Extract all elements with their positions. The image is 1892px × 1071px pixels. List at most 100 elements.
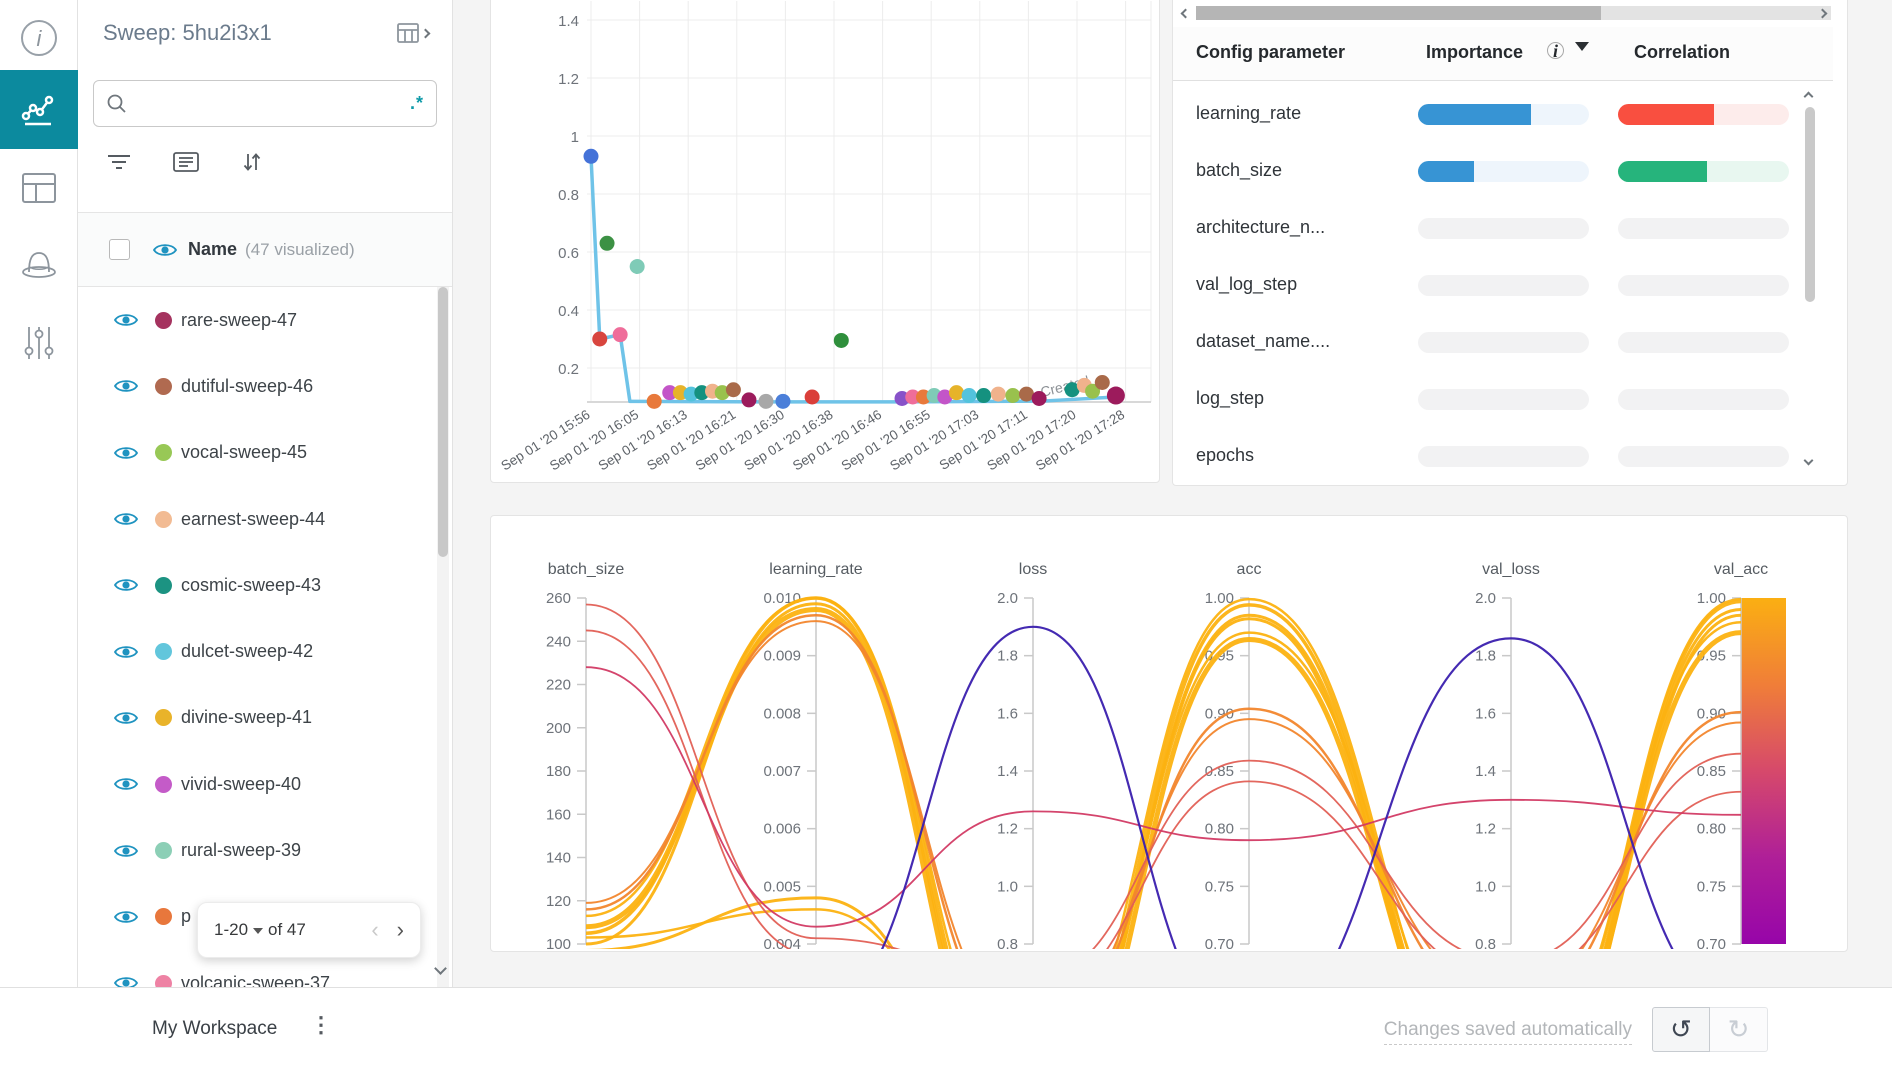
run-row[interactable]: rural-sweep-39: [78, 817, 453, 883]
svg-text:1.6: 1.6: [1475, 705, 1496, 722]
svg-text:1.4: 1.4: [1475, 763, 1496, 780]
svg-text:0.8: 0.8: [558, 187, 579, 204]
svg-text:200: 200: [546, 720, 571, 737]
svg-text:0.80: 0.80: [1205, 821, 1234, 838]
parameter-name: learning_rate: [1196, 103, 1301, 124]
correlation-bar: [1618, 218, 1789, 239]
svg-text:val_loss: val_loss: [1482, 561, 1540, 578]
importance-row[interactable]: learning_rate: [1173, 86, 1833, 143]
run-color-dot: [155, 643, 172, 660]
hscroll-thumb[interactable]: [1196, 6, 1601, 20]
importance-row[interactable]: log_step: [1173, 371, 1833, 428]
importance-row[interactable]: epochs: [1173, 428, 1833, 485]
created-scatter-chart: 1.41.210.80.60.40.2Sep 01 '20 15:56Sep 0…: [491, 1, 1159, 494]
runs-table-toggle[interactable]: [396, 22, 429, 44]
visibility-eye-icon[interactable]: [113, 377, 139, 395]
visibility-eye-icon[interactable]: [113, 576, 139, 594]
run-search-input[interactable]: [138, 95, 410, 113]
filter-icon[interactable]: [106, 152, 132, 177]
run-color-dot: [155, 312, 172, 329]
visibility-eye-icon[interactable]: [113, 311, 139, 329]
vscroll-thumb[interactable]: [1805, 107, 1815, 302]
hscroll-track[interactable]: [1196, 6, 1831, 20]
run-list-scrollbar[interactable]: [437, 287, 449, 987]
run-name[interactable]: rare-sweep-47: [181, 310, 297, 331]
visibility-eye-icon[interactable]: [113, 974, 139, 987]
run-row[interactable]: earnest-sweep-44: [78, 486, 453, 552]
run-row[interactable]: dutiful-sweep-46: [78, 353, 453, 419]
run-name[interactable]: dutiful-sweep-46: [181, 376, 313, 397]
workspace-main: 1.41.210.80.60.40.2Sep 01 '20 15:56Sep 0…: [453, 0, 1892, 987]
sliders-icon[interactable]: [0, 320, 78, 366]
line-chart-icon[interactable]: [0, 70, 78, 149]
run-row[interactable]: vivid-sweep-40: [78, 751, 453, 817]
visibility-eye-icon[interactable]: [113, 908, 139, 926]
undo-button[interactable]: ↺: [1652, 1007, 1710, 1052]
run-name[interactable]: volcanic-sweep-37: [181, 973, 330, 987]
importance-row[interactable]: architecture_n...: [1173, 200, 1833, 257]
sort-icon[interactable]: [240, 150, 264, 179]
visibility-eye-icon[interactable]: [113, 510, 139, 528]
visibility-all-eye-icon[interactable]: [152, 241, 178, 259]
run-name[interactable]: vocal-sweep-45: [181, 442, 307, 463]
importance-column[interactable]: Importance: [1426, 42, 1523, 63]
workspace-menu-kebab-icon[interactable]: ⋮: [310, 1014, 332, 1036]
svg-text:0.006: 0.006: [763, 821, 801, 838]
visibility-eye-icon[interactable]: [113, 444, 139, 462]
svg-text:0.2: 0.2: [558, 361, 579, 378]
run-name[interactable]: p: [181, 906, 191, 927]
hscroll-left-icon[interactable]: [1178, 5, 1193, 21]
run-row[interactable]: dulcet-sweep-42: [78, 618, 453, 684]
undo-redo-group: ↺ ↻: [1652, 1007, 1768, 1052]
correlation-column[interactable]: Correlation: [1634, 42, 1730, 63]
visibility-eye-icon[interactable]: [113, 842, 139, 860]
sort-desc-icon[interactable]: [1575, 42, 1589, 51]
importance-row[interactable]: val_log_step: [1173, 257, 1833, 314]
parameter-name: log_step: [1196, 388, 1264, 409]
hscroll-right-icon[interactable]: [1815, 5, 1830, 21]
name-column-label: Name: [188, 239, 237, 260]
workspace-footer: My Workspace ⋮ Changes saved automatical…: [0, 987, 1892, 1071]
importance-row[interactable]: batch_size: [1173, 143, 1833, 200]
svg-text:learning_rate: learning_rate: [769, 561, 863, 578]
run-list-scroll-down-icon[interactable]: [436, 960, 445, 978]
run-name[interactable]: rural-sweep-39: [181, 840, 301, 861]
vscroll-up-icon[interactable]: [1805, 87, 1812, 105]
visibility-eye-icon[interactable]: [113, 709, 139, 727]
created-scatter-panel[interactable]: 1.41.210.80.60.40.2Sep 01 '20 15:56Sep 0…: [490, 0, 1160, 483]
run-search-box[interactable]: .*: [93, 80, 437, 127]
panel-grid-icon[interactable]: [0, 166, 78, 210]
svg-text:acc: acc: [1237, 561, 1262, 578]
run-list-scroll-thumb[interactable]: [438, 287, 448, 557]
list-settings-icon[interactable]: [172, 151, 200, 178]
page-size-dropdown[interactable]: 1-20 of 47: [214, 920, 306, 940]
next-page-button[interactable]: ›: [397, 917, 404, 943]
run-row[interactable]: rare-sweep-47: [78, 287, 453, 353]
importance-vscrollbar[interactable]: [1803, 85, 1817, 465]
run-name[interactable]: earnest-sweep-44: [181, 509, 325, 530]
run-color-dot: [155, 444, 172, 461]
run-name[interactable]: dulcet-sweep-42: [181, 641, 313, 662]
correlation-bar: [1618, 446, 1789, 467]
select-all-checkbox[interactable]: [109, 239, 130, 260]
visibility-eye-icon[interactable]: [113, 775, 139, 793]
vscroll-down-icon[interactable]: [1805, 451, 1812, 469]
run-name[interactable]: vivid-sweep-40: [181, 774, 301, 795]
importance-row[interactable]: dataset_name....: [1173, 314, 1833, 371]
run-row[interactable]: divine-sweep-41: [78, 685, 453, 751]
run-row[interactable]: vocal-sweep-45: [78, 420, 453, 486]
prev-page-button[interactable]: ‹: [371, 917, 378, 943]
redo-button[interactable]: ↻: [1710, 1007, 1768, 1052]
hat-icon[interactable]: [0, 242, 78, 286]
regex-toggle[interactable]: .*: [410, 93, 424, 114]
svg-text:0.005: 0.005: [763, 878, 801, 895]
run-name[interactable]: divine-sweep-41: [181, 707, 312, 728]
visibility-eye-icon[interactable]: [113, 643, 139, 661]
info-icon[interactable]: i: [0, 14, 78, 62]
parallel-coordinates-panel[interactable]: batch_size260240220200180160140120100lea…: [490, 515, 1848, 952]
run-name[interactable]: cosmic-sweep-43: [181, 575, 321, 596]
config-parameter-column: Config parameter: [1196, 42, 1345, 63]
info-tooltip-icon[interactable]: i: [1547, 42, 1564, 59]
svg-text:0.8: 0.8: [997, 936, 1018, 951]
run-row[interactable]: cosmic-sweep-43: [78, 552, 453, 618]
